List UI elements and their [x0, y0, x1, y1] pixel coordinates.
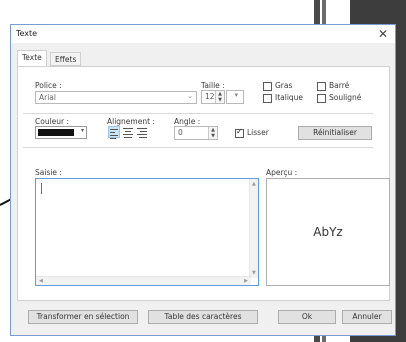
- chevron-down-icon: ▾: [234, 91, 238, 99]
- italic-checkbox[interactable]: [263, 94, 272, 103]
- size-dropdown[interactable]: ▾: [226, 90, 244, 104]
- scroll-up-icon[interactable]: ▲: [252, 181, 256, 187]
- horizontal-scrollbar[interactable]: ◀ ▶: [36, 276, 251, 285]
- italic-label: Italique: [275, 93, 304, 102]
- divider: [23, 113, 373, 114]
- reset-button[interactable]: Réinitialiser: [298, 126, 372, 140]
- smooth-checkbox[interactable]: [235, 127, 244, 138]
- color-picker[interactable]: ▾: [35, 126, 87, 139]
- chevron-down-icon: ⌄: [187, 92, 193, 100]
- scroll-right-icon[interactable]: ▶: [244, 278, 248, 284]
- scroll-left-icon[interactable]: ◀: [39, 278, 43, 284]
- close-icon[interactable]: ✕: [375, 26, 391, 42]
- chevron-down-icon: ▾: [80, 127, 84, 134]
- spin-arrows-icon[interactable]: ▲ ▼: [208, 127, 217, 139]
- cancel-button[interactable]: Annuler: [342, 310, 392, 324]
- underline-label: Souligné: [329, 93, 362, 102]
- strikethrough-checkbox[interactable]: [317, 82, 326, 91]
- smooth-label: Lisser: [247, 128, 269, 137]
- size-value: 12: [205, 92, 215, 101]
- align-right-icon[interactable]: [136, 126, 148, 138]
- title-bar: Texte ✕: [11, 25, 395, 43]
- align-center-icon[interactable]: [122, 126, 134, 138]
- bold-checkbox[interactable]: [263, 82, 272, 91]
- character-table-button[interactable]: Table des caractères: [148, 310, 258, 324]
- text-caret: [41, 183, 42, 194]
- text-dialog: Texte ✕ Texte Effets Police : Arial ⌄ Ta…: [10, 24, 396, 336]
- ok-button[interactable]: Ok: [278, 310, 336, 324]
- transform-to-selection-button[interactable]: Transformer en sélection: [28, 310, 138, 324]
- vertical-scrollbar[interactable]: ▲ ▼: [249, 179, 258, 278]
- align-left-icon[interactable]: [108, 126, 120, 139]
- text-input-area[interactable]: ▲ ▼ ◀ ▶: [35, 178, 259, 286]
- angle-spinner[interactable]: 0 ▲ ▼: [174, 126, 218, 140]
- alignment-label: Alignement :: [107, 117, 155, 126]
- angle-label: Angle :: [174, 117, 201, 126]
- size-spinner[interactable]: 12 ▲ ▼: [201, 90, 225, 104]
- strikethrough-label: Barré: [329, 81, 350, 90]
- scroll-down-icon[interactable]: ▼: [252, 270, 256, 276]
- divider: [23, 147, 373, 148]
- window-title: Texte: [16, 29, 38, 38]
- tab-effets[interactable]: Effets: [50, 52, 82, 66]
- font-label: Police :: [35, 81, 62, 90]
- size-label: Taille :: [201, 81, 225, 90]
- preview-label: Aperçu :: [266, 168, 298, 177]
- angle-value: 0: [178, 128, 183, 137]
- bold-label: Gras: [275, 81, 293, 90]
- color-swatch: [38, 129, 74, 136]
- font-value: Arial: [39, 93, 56, 102]
- spin-arrows-icon[interactable]: ▲ ▼: [215, 91, 224, 103]
- color-label: Couleur :: [35, 117, 70, 126]
- preview-box: AbYz: [266, 178, 390, 286]
- underline-checkbox[interactable]: [317, 94, 326, 103]
- tab-texte[interactable]: Texte: [17, 50, 47, 67]
- font-select[interactable]: Arial ⌄: [35, 91, 197, 104]
- preview-text: AbYz: [313, 225, 343, 239]
- input-label: Saisie :: [35, 168, 62, 177]
